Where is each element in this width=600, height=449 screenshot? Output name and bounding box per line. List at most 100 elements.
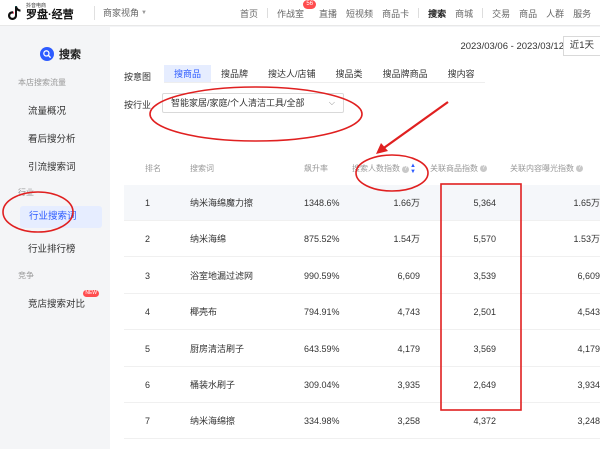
cell-surge-rate: 875.52% xyxy=(304,234,340,245)
tab-search-category[interactable]: 搜品类 xyxy=(325,65,373,83)
sidebar-group-industry: 行业 xyxy=(18,188,34,197)
cell-rank: 6 xyxy=(145,380,151,390)
info-icon[interactable]: ? xyxy=(480,165,487,173)
sidebar-item-traffic-keywords[interactable]: 引流搜索词 xyxy=(28,159,76,173)
cell-content-index: 1.53万 xyxy=(573,234,600,245)
nav-audience[interactable]: 人群 xyxy=(546,7,564,20)
cell-goods-index: 4,372 xyxy=(473,416,496,427)
tab-search-goods[interactable]: 搜商品 xyxy=(164,65,212,83)
sidebar-item-competitor-compare[interactable]: 竞店搜索对比 NEW xyxy=(28,290,100,310)
chevron-down-icon: ⌵ xyxy=(328,98,335,107)
nav-short-video[interactable]: 短视频 xyxy=(346,7,373,20)
table-row[interactable]: 5 厨房清洁刷子 643.59% 4,179 3,569 4,179 xyxy=(124,331,600,367)
intent-filter-label: 按意图 xyxy=(124,72,152,82)
cell-goods-index: 5,364 xyxy=(473,198,496,208)
sort-desc-icon[interactable]: ▲ ▼ xyxy=(410,163,416,175)
cell-rank: 2 xyxy=(145,234,151,245)
sidebar-item-post-view-search[interactable]: 看后搜分析 xyxy=(28,131,76,145)
nav-mall[interactable]: 商城 xyxy=(455,7,473,20)
cell-goods-index: 2,501 xyxy=(473,307,496,318)
main-panel: 2023/03/06 - 2023/03/12 近1天 按意图 搜商品 搜品牌 … xyxy=(110,27,600,449)
nav-war-room-badge: 56 xyxy=(303,0,317,9)
table-row[interactable]: 7 纳米海绵擦 334.98% 3,258 4,372 3,248 xyxy=(124,403,600,440)
cell-search-index: 1.54万 xyxy=(393,234,420,245)
cell-search-index: 4,743 xyxy=(397,307,420,318)
new-badge: NEW xyxy=(83,290,100,297)
cell-goods-index: 3,569 xyxy=(473,343,496,354)
cell-surge-rate: 794.91% xyxy=(304,307,340,318)
merchant-view-dropdown[interactable]: 商家视角 ▼ xyxy=(103,6,147,19)
cell-search-index: 3,258 xyxy=(397,416,420,427)
cell-search-index: 6,609 xyxy=(397,270,420,281)
cell-rank: 7 xyxy=(145,416,151,427)
info-icon[interactable]: ? xyxy=(402,165,409,173)
cell-search-index: 4,179 xyxy=(397,343,420,354)
industry-select[interactable]: 智能家居/家庭/个人清洁工具/全部 ⌵ xyxy=(162,93,344,113)
sidebar-group-store-traffic: 本店搜索流量 xyxy=(18,78,66,87)
cell-keyword[interactable]: 桶装水刷子 xyxy=(190,367,235,403)
cell-content-index: 1.65万 xyxy=(573,198,600,208)
search-module-icon xyxy=(40,47,54,61)
nav-divider xyxy=(482,8,484,18)
cell-content-index: 3,248 xyxy=(577,416,600,427)
nav-goods[interactable]: 商品 xyxy=(519,7,537,20)
table-row[interactable]: 1 纳米海绵魔力擦 1348.6% 1.66万 5,364 1.65万 xyxy=(124,185,600,221)
industry-select-value: 智能家居/家庭/个人清洁工具/全部 xyxy=(171,98,305,108)
col-keyword: 搜索词 xyxy=(190,164,214,173)
nav-divider xyxy=(418,8,420,18)
cell-keyword[interactable]: 浴室地漏过滤网 xyxy=(190,258,253,294)
brand-logo[interactable]: 抖音电商 罗盘·经营 xyxy=(0,4,90,21)
cell-goods-index: 3,539 xyxy=(473,270,496,281)
table-row[interactable]: 3 浴室地漏过滤网 990.59% 6,609 3,539 6,609 xyxy=(124,258,600,294)
table-row[interactable]: 2 纳米海绵 875.52% 1.54万 5,570 1.53万 xyxy=(124,221,600,258)
cell-content-index: 6,609 xyxy=(577,270,600,281)
col-search-index[interactable]: 搜索人数指数? ▲ ▼ xyxy=(352,163,416,175)
col-search-index-label: 搜索人数指数 xyxy=(352,164,400,174)
nav-war-room-label: 作战室 xyxy=(277,8,305,19)
col-surge-rate[interactable]: 飙升率 xyxy=(304,163,328,174)
cell-keyword[interactable]: 纳米海绵擦 xyxy=(190,403,235,439)
nav-home[interactable]: 首页 xyxy=(240,7,258,20)
cell-goods-index: 5,570 xyxy=(473,234,496,245)
nav-war-room[interactable]: 作战室 56 xyxy=(277,0,317,20)
tab-search-brand[interactable]: 搜品牌 xyxy=(211,65,259,83)
tab-search-brand-goods[interactable]: 搜品牌商品 xyxy=(372,65,438,83)
cell-keyword[interactable]: 纳米海绵魔力擦 xyxy=(190,185,253,221)
nav-live[interactable]: 直播 xyxy=(319,7,337,20)
industry-filter-label: 按行业 xyxy=(124,100,152,110)
info-icon[interactable]: ? xyxy=(576,165,583,173)
sidebar-item-competitor-compare-label: 竞店搜索对比 xyxy=(28,299,86,310)
cell-keyword[interactable]: 厨房清洁刷子 xyxy=(190,331,244,367)
table-row[interactable]: 6 桶装水刷子 309.04% 3,935 2,649 3,934 xyxy=(124,367,600,403)
date-preset-button[interactable]: 近1天 xyxy=(562,36,600,56)
cell-surge-rate: 643.59% xyxy=(304,343,340,354)
nav-service[interactable]: 服务 xyxy=(573,7,591,20)
sidebar-header: 搜索 xyxy=(0,27,110,67)
col-content-index[interactable]: 关联内容曝光指数? xyxy=(510,163,583,174)
tab-search-creator-store[interactable]: 搜达人/店铺 xyxy=(258,65,326,83)
date-range[interactable]: 2023/03/06 - 2023/03/12 xyxy=(460,41,564,52)
cell-goods-index: 2,649 xyxy=(473,380,496,390)
nav-product-card[interactable]: 商品卡 xyxy=(382,7,409,20)
sidebar-group-competition: 竞争 xyxy=(18,271,34,280)
nav-divider xyxy=(267,8,269,18)
table-row[interactable]: 4 椰壳布 794.91% 4,743 2,501 4,543 xyxy=(124,294,600,331)
sidebar-item-traffic-overview[interactable]: 流量概况 xyxy=(28,103,66,117)
top-bar: 抖音电商 罗盘·经营 商家视角 ▼ 首页 作战室 56 直播 短视频 商品卡 搜… xyxy=(0,0,600,26)
col-content-index-label: 关联内容曝光指数 xyxy=(510,164,574,173)
nav-search[interactable]: 搜索 xyxy=(428,7,446,20)
brand-name: 罗盘·经营 xyxy=(26,9,74,21)
tab-search-content[interactable]: 搜内容 xyxy=(437,65,485,83)
sidebar-item-industry-ranking[interactable]: 行业排行榜 xyxy=(28,241,76,255)
nav-trade[interactable]: 交易 xyxy=(492,7,510,20)
topbar-divider xyxy=(94,5,95,20)
cell-rank: 4 xyxy=(145,307,151,318)
col-goods-index-label: 关联商品指数 xyxy=(430,164,478,173)
cell-rank: 3 xyxy=(145,270,151,281)
cell-content-index: 4,179 xyxy=(577,343,600,354)
cell-keyword[interactable]: 纳米海绵 xyxy=(190,221,226,257)
cell-keyword[interactable]: 椰壳布 xyxy=(190,294,217,330)
cell-surge-rate: 990.59% xyxy=(304,270,340,281)
col-goods-index[interactable]: 关联商品指数? xyxy=(430,163,487,174)
sidebar-item-industry-keywords[interactable]: 行业搜索词 xyxy=(20,206,102,228)
